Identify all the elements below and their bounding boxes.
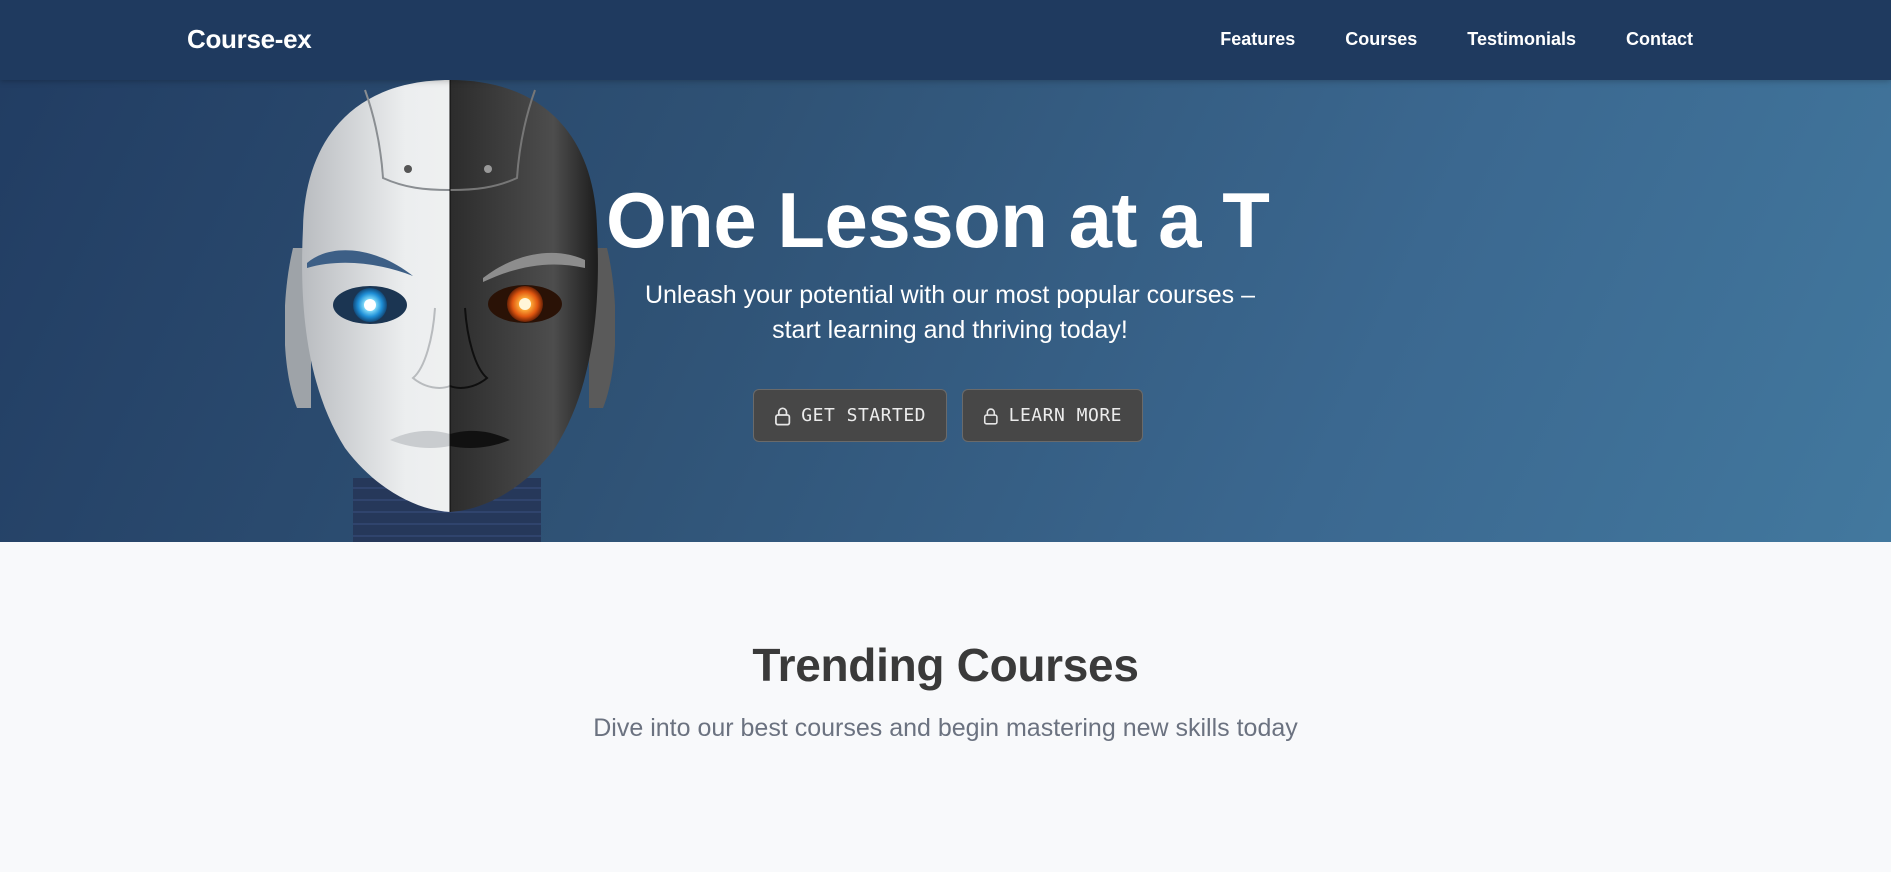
site-header: Course-ex Features Courses Testimonials … (0, 0, 1891, 80)
lock-icon (983, 407, 998, 425)
section-title: Trending Courses (752, 639, 1139, 691)
hero-button-row: GET STARTED LEARN MORE (753, 389, 1143, 442)
robot-face-image (285, 80, 615, 542)
hero-title: One Lesson at a T (606, 176, 1270, 264)
trending-courses-section: Trending Courses Dive into our best cour… (0, 542, 1891, 872)
hero-section: One Lesson at a T Unleash your potential… (0, 0, 1891, 542)
page: One Lesson at a T Unleash your potential… (0, 0, 1891, 872)
nav-link-features[interactable]: Features (1220, 29, 1295, 50)
section-subtitle: Dive into our best courses and begin mas… (593, 714, 1298, 742)
main-nav: Features Courses Testimonials Contact (1220, 29, 1693, 50)
get-started-label: GET STARTED (801, 405, 926, 426)
learn-more-label: LEARN MORE (1008, 405, 1122, 426)
nav-link-contact[interactable]: Contact (1626, 29, 1693, 50)
get-started-button[interactable]: GET STARTED (753, 389, 947, 442)
learn-more-button[interactable]: LEARN MORE (962, 389, 1143, 442)
logo[interactable]: Course-ex (187, 24, 312, 55)
lock-icon (775, 406, 791, 426)
hero-subtitle: Unleash your potential with our most pop… (644, 281, 1256, 344)
nav-link-testimonials[interactable]: Testimonials (1467, 29, 1576, 50)
nav-link-courses[interactable]: Courses (1345, 29, 1417, 50)
